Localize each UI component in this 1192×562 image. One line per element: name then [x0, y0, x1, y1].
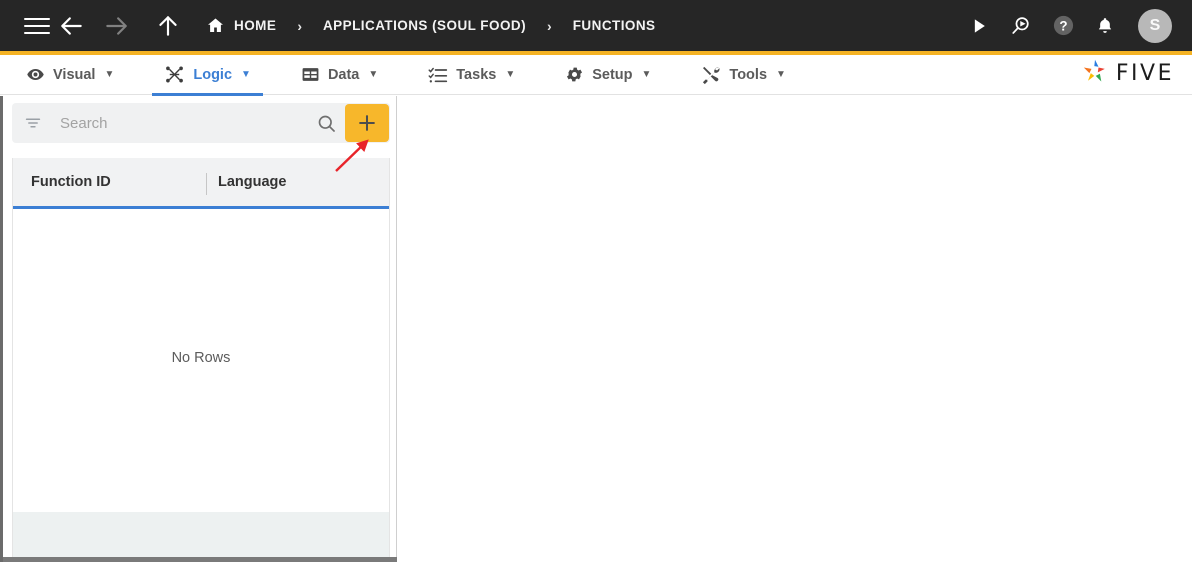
chevron-down-icon: ▼ — [776, 68, 786, 80]
filter-icon[interactable] — [24, 114, 42, 132]
table-header-row: Function ID Language — [13, 158, 389, 209]
table-body: No Rows — [13, 209, 389, 562]
chevron-down-icon: ▼ — [505, 68, 516, 80]
chevron-down-icon: ▼ — [104, 68, 115, 80]
menu-item-data[interactable]: Data ▼ — [289, 55, 390, 95]
search-icon[interactable] — [316, 113, 337, 134]
column-header-language[interactable]: Language — [198, 158, 389, 206]
chevron-down-icon: ▼ — [368, 68, 379, 80]
checklist-icon — [428, 65, 448, 85]
breadcrumb-label-functions: FUNCTIONS — [572, 18, 656, 33]
play-icon[interactable] — [960, 7, 998, 45]
table-grid-icon — [301, 65, 320, 84]
menu-label-visual: Visual — [53, 66, 96, 83]
chevron-down-icon: ▼ — [241, 68, 251, 80]
brand-logo: FIVE — [1081, 57, 1174, 90]
add-button[interactable] — [345, 104, 389, 142]
bell-icon[interactable] — [1086, 7, 1124, 45]
breadcrumb-item-functions[interactable]: FUNCTIONS — [571, 18, 658, 33]
chevron-down-icon: ▼ — [641, 68, 652, 80]
breadcrumb-label-applications: APPLICATIONS (SOUL FOOD) — [322, 18, 527, 33]
menu-label-tasks: Tasks — [456, 66, 497, 83]
horizontal-scrollbar[interactable] — [3, 557, 397, 562]
avatar-initial: S — [1149, 16, 1161, 34]
five-pinwheel-logo — [1081, 57, 1109, 90]
brand-name: FIVE — [1115, 61, 1174, 86]
functions-table: Function ID Language No Rows — [12, 158, 390, 562]
menu-item-tasks[interactable]: Tasks ▼ — [416, 55, 527, 95]
functions-list-panel: Function ID Language No Rows — [3, 96, 397, 562]
top-navigation-bar: HOME › APPLICATIONS (SOUL FOOD) › FUNCTI… — [0, 0, 1192, 51]
breadcrumb-separator: › — [547, 17, 552, 34]
menu-item-tools[interactable]: Tools ▼ — [689, 55, 798, 95]
gear-icon — [565, 65, 584, 84]
column-divider[interactable] — [206, 173, 207, 195]
forward-arrow-icon[interactable] — [94, 6, 138, 46]
home-icon — [206, 16, 225, 35]
tools-icon — [701, 65, 721, 85]
logic-nodes-icon — [164, 64, 185, 85]
panel-footer — [12, 512, 390, 557]
up-arrow-icon[interactable] — [146, 6, 190, 46]
menu-label-data: Data — [327, 66, 360, 83]
back-arrow-icon[interactable] — [50, 6, 94, 46]
hamburger-menu-icon[interactable] — [24, 17, 50, 35]
menu-label-tools: Tools — [729, 66, 768, 83]
svg-text:?: ? — [1059, 18, 1067, 33]
topbar-actions: ? S — [960, 0, 1172, 51]
search-play-icon[interactable] — [1002, 7, 1040, 45]
avatar[interactable]: S — [1138, 8, 1172, 43]
menu-item-setup[interactable]: Setup ▼ — [553, 55, 663, 95]
menu-label-logic: Logic — [193, 66, 233, 83]
breadcrumb-separator: › — [297, 17, 302, 34]
eye-icon — [26, 65, 45, 84]
breadcrumb-item-home[interactable]: HOME — [204, 16, 278, 35]
app-window: HOME › APPLICATIONS (SOUL FOOD) › FUNCTI… — [0, 0, 1192, 562]
empty-state-message: No Rows — [171, 350, 231, 366]
menu-label-setup: Setup — [592, 66, 633, 83]
breadcrumb-item-applications[interactable]: APPLICATIONS (SOUL FOOD) — [321, 18, 528, 33]
menu-item-visual[interactable]: Visual ▼ — [14, 55, 126, 95]
breadcrumb-label-home: HOME — [234, 18, 277, 33]
help-circle-icon[interactable]: ? — [1044, 7, 1082, 45]
search-input[interactable] — [60, 114, 316, 132]
column-header-function-id[interactable]: Function ID — [13, 158, 198, 206]
search-bar — [12, 103, 390, 143]
module-menu-bar: Visual ▼ Logic ▼ Data ▼ Tasks ▼ Setup ▼ … — [0, 55, 1192, 96]
breadcrumb: HOME › APPLICATIONS (SOUL FOOD) › FUNCTI… — [204, 0, 658, 51]
menu-item-logic[interactable]: Logic ▼ — [152, 55, 263, 96]
